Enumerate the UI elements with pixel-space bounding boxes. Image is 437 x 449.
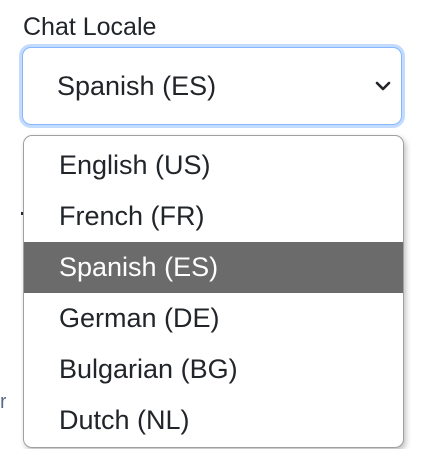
chat-locale-label: Chat Locale: [23, 13, 157, 41]
chevron-down-icon: [375, 81, 391, 91]
locale-settings-page: Chat Locale Spanish (ES) r English (US) …: [0, 0, 437, 449]
option-german-de[interactable]: German (DE): [24, 293, 403, 344]
chat-locale-select[interactable]: Spanish (ES): [22, 47, 402, 125]
selected-locale-value: Spanish (ES): [57, 71, 217, 101]
background-text-fragment: r: [0, 393, 6, 411]
option-french-fr[interactable]: French (FR): [24, 191, 403, 242]
option-english-us[interactable]: English (US): [24, 140, 403, 191]
option-spanish-es[interactable]: Spanish (ES): [24, 242, 403, 293]
option-bulgarian-bg[interactable]: Bulgarian (BG): [24, 344, 403, 395]
option-dutch-nl[interactable]: Dutch (NL): [24, 395, 403, 446]
locale-dropdown-list: English (US) French (FR) Spanish (ES) Ge…: [23, 135, 404, 448]
